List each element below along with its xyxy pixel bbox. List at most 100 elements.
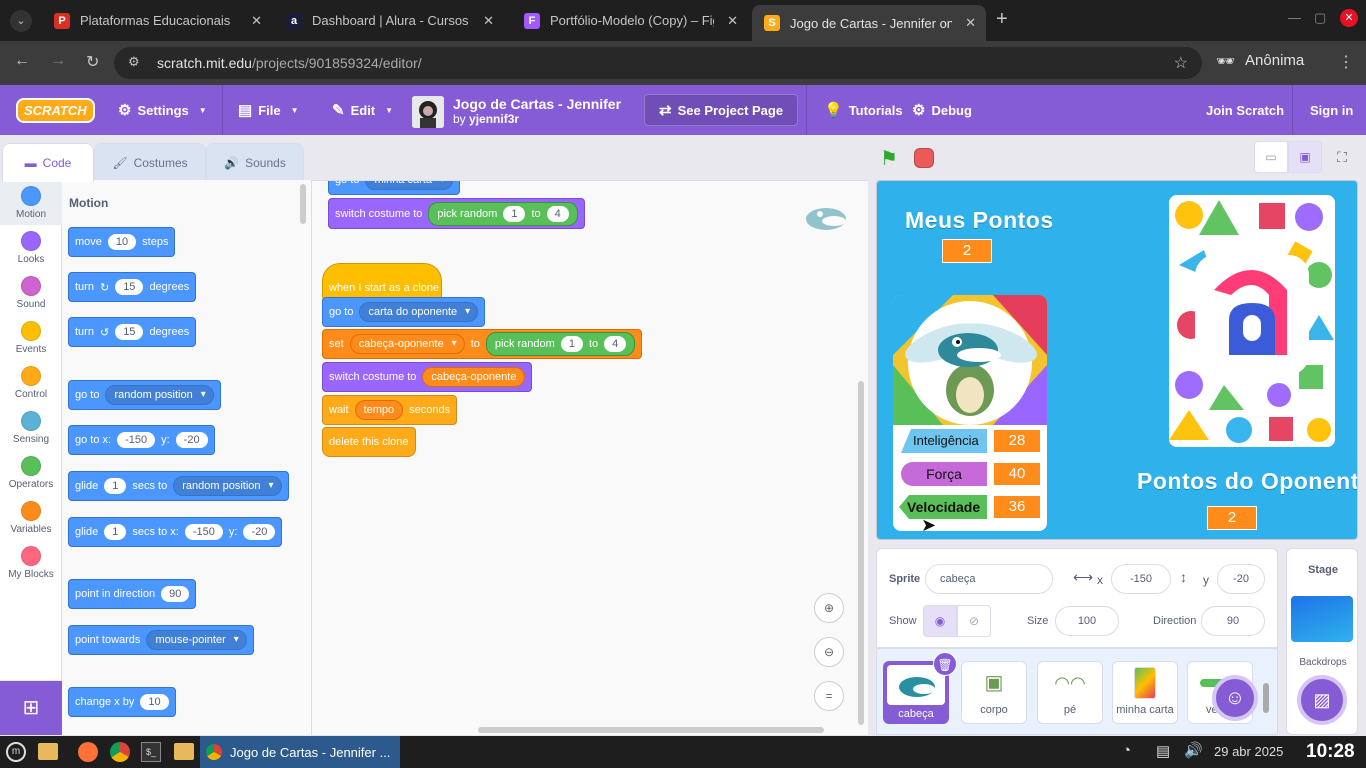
glide-to-xy-block[interactable]: glide 1 secs to x: -150 y: -20 [68, 517, 283, 547]
variable-reporter[interactable]: tempo [354, 400, 404, 420]
sign-in-link[interactable]: Sign in [1310, 85, 1353, 135]
palette-scrollbar[interactable] [300, 184, 306, 224]
category-sound[interactable]: Sound [0, 270, 62, 315]
y-position-input[interactable]: -20 [1217, 564, 1265, 594]
sprite-list-scrollbar[interactable] [1263, 683, 1269, 713]
new-tab-button[interactable]: + [996, 8, 1008, 31]
switch-costume-block[interactable]: switch costume to cabeça-oponente [322, 362, 533, 392]
target-dropdown[interactable]: random position [105, 385, 214, 405]
category-events[interactable]: Events [0, 315, 62, 360]
back-icon[interactable]: ← [14, 52, 30, 70]
incognito-profile[interactable]: 🕶 Anônima [1216, 52, 1304, 70]
wait-block[interactable]: wait tempo seconds [322, 395, 458, 425]
workspace-vertical-scrollbar[interactable] [858, 381, 864, 725]
address-bar[interactable]: ⚙ scratch.mit.edu/projects/901859324/edi… [114, 47, 1202, 79]
number-input[interactable]: 4 [546, 205, 569, 222]
number-input[interactable]: 1 [560, 336, 583, 352]
close-tab-icon[interactable]: ✕ [965, 15, 976, 31]
scratch-logo[interactable]: SCRATCH [16, 85, 95, 135]
sprite-tile-pe[interactable]: ◠◠ pé [1037, 661, 1103, 724]
zoom-reset-icon[interactable]: = [814, 681, 844, 711]
close-tab-icon[interactable]: ✕ [483, 13, 494, 29]
stage-canvas[interactable]: Meus Pontos 2 Inteligência 28 Força 40 V… [876, 180, 1358, 540]
close-tab-icon[interactable]: ✕ [251, 13, 262, 29]
point-in-direction-block[interactable]: point in direction 90 [68, 579, 197, 609]
target-dropdown[interactable]: minha carta [365, 181, 453, 190]
sprite-tile-minha-carta[interactable]: minha carta [1112, 661, 1178, 724]
chrome-icon[interactable] [110, 742, 130, 762]
file-menu[interactable]: ▤ File ▼ [238, 85, 299, 135]
close-tab-icon[interactable]: ✕ [727, 13, 738, 29]
point-towards-block[interactable]: point towards mouse-pointer [68, 625, 254, 655]
x-input[interactable]: -150 [184, 524, 223, 540]
taskbar-window-chrome[interactable]: Jogo de Cartas - Jennifer ... [200, 736, 400, 768]
edit-menu[interactable]: ✎ Edit ▼ [332, 85, 393, 135]
settings-menu[interactable]: ⚙ Settings ▼ [118, 85, 207, 135]
add-extension-button[interactable]: ⊞ [0, 681, 62, 735]
terminal-icon[interactable]: $_ [141, 742, 161, 762]
large-stage-button[interactable]: ▣ [1288, 141, 1322, 173]
maximize-icon[interactable]: ▢ [1314, 10, 1326, 26]
site-info-icon[interactable]: ⚙ [128, 54, 140, 70]
switch-costume-block[interactable]: switch costume to pick random 1 to 4 [328, 198, 585, 229]
firefox-icon[interactable] [78, 742, 98, 762]
green-flag-icon[interactable]: ⚑ [880, 146, 898, 171]
sprite-name-input[interactable]: cabeça [925, 564, 1053, 594]
hide-eye-icon[interactable]: ⊘ [957, 605, 991, 637]
secs-input[interactable]: 1 [104, 524, 127, 540]
y-input[interactable]: -20 [175, 432, 208, 448]
category-operators[interactable]: Operators [0, 450, 62, 495]
browser-tab-1[interactable]: P Plataformas Educacionais ✕ [42, 6, 272, 35]
change-x-block[interactable]: change x by 10 [68, 687, 176, 717]
direction-input[interactable]: 90 [161, 586, 190, 602]
pick-random-reporter[interactable]: pick random 1 to 4 [485, 332, 636, 356]
join-scratch-link[interactable]: Join Scratch [1206, 85, 1284, 135]
direction-input[interactable]: 90 [1201, 606, 1265, 636]
secs-input[interactable]: 1 [104, 478, 127, 494]
number-input[interactable]: 1 [503, 205, 526, 222]
go-to-block[interactable]: go to minha carta [328, 181, 460, 195]
target-dropdown[interactable]: carta do oponente [359, 302, 479, 322]
show-eye-icon[interactable]: ◉ [923, 605, 957, 637]
fullscreen-icon[interactable]: ⛶ [1326, 141, 1358, 173]
browser-tab-2[interactable]: a Dashboard | Alura - Cursos on ✕ [274, 6, 504, 35]
number-input[interactable]: 15 [115, 324, 144, 340]
bookmark-star-icon[interactable]: ☆ [1174, 53, 1188, 73]
category-variables[interactable]: Variables [0, 495, 62, 540]
variable-reporter[interactable]: cabeça-oponente [422, 367, 526, 387]
stop-icon[interactable] [914, 148, 934, 168]
glide-to-block[interactable]: glide 1 secs to random position [68, 471, 289, 501]
category-looks[interactable]: Looks [0, 225, 62, 270]
move-steps-block[interactable]: move 10 steps [68, 227, 176, 257]
clipboard-icon[interactable]: ▤ [1156, 742, 1170, 760]
pick-random-reporter[interactable]: pick random 1 to 4 [428, 201, 578, 226]
project-author[interactable]: by yjennif3r [453, 112, 519, 126]
zoom-in-icon[interactable]: ⊕ [814, 593, 844, 623]
wifi-icon[interactable]: ◔ [1122, 742, 1131, 759]
target-dropdown[interactable]: random position [173, 476, 282, 496]
project-title[interactable]: Jogo de Cartas - Jennifer [453, 96, 621, 112]
tab-sounds[interactable]: 🔊 Sounds [206, 143, 304, 181]
start-menu-icon[interactable]: m [6, 742, 26, 762]
choose-backdrop-button[interactable]: ▨ [1297, 675, 1347, 725]
choose-sprite-button[interactable]: ☺ [1212, 675, 1258, 721]
size-input[interactable]: 100 [1055, 606, 1119, 636]
x-position-input[interactable]: -150 [1111, 564, 1171, 594]
folder-icon[interactable] [38, 743, 58, 760]
stage-selector[interactable]: Stage Backdrops ▨ [1286, 548, 1358, 735]
number-input[interactable]: 10 [107, 234, 137, 250]
tab-code[interactable]: ▬ Code [2, 143, 94, 182]
number-input[interactable]: 15 [115, 279, 144, 295]
category-my-blocks[interactable]: My Blocks [0, 540, 62, 585]
author-avatar[interactable] [412, 96, 444, 128]
browser-tab-3[interactable]: F Portfólio-Modelo (Copy) – Fig ✕ [512, 6, 748, 35]
files-icon[interactable] [174, 743, 194, 760]
debug-button[interactable]: ⚙ Debug [912, 85, 972, 135]
browser-tab-4[interactable]: S Jogo de Cartas - Jennifer on ✕ [752, 5, 986, 41]
sprite-tile-corpo[interactable]: ▣ corpo [961, 661, 1027, 724]
category-sensing[interactable]: Sensing [0, 405, 62, 450]
delete-clone-block[interactable]: delete this clone [322, 427, 416, 457]
turn-left-block[interactable]: turn ↺ 15 degrees [68, 317, 197, 347]
number-input[interactable]: 4 [604, 336, 627, 352]
tab-search-button[interactable]: ⌄ [10, 10, 32, 32]
